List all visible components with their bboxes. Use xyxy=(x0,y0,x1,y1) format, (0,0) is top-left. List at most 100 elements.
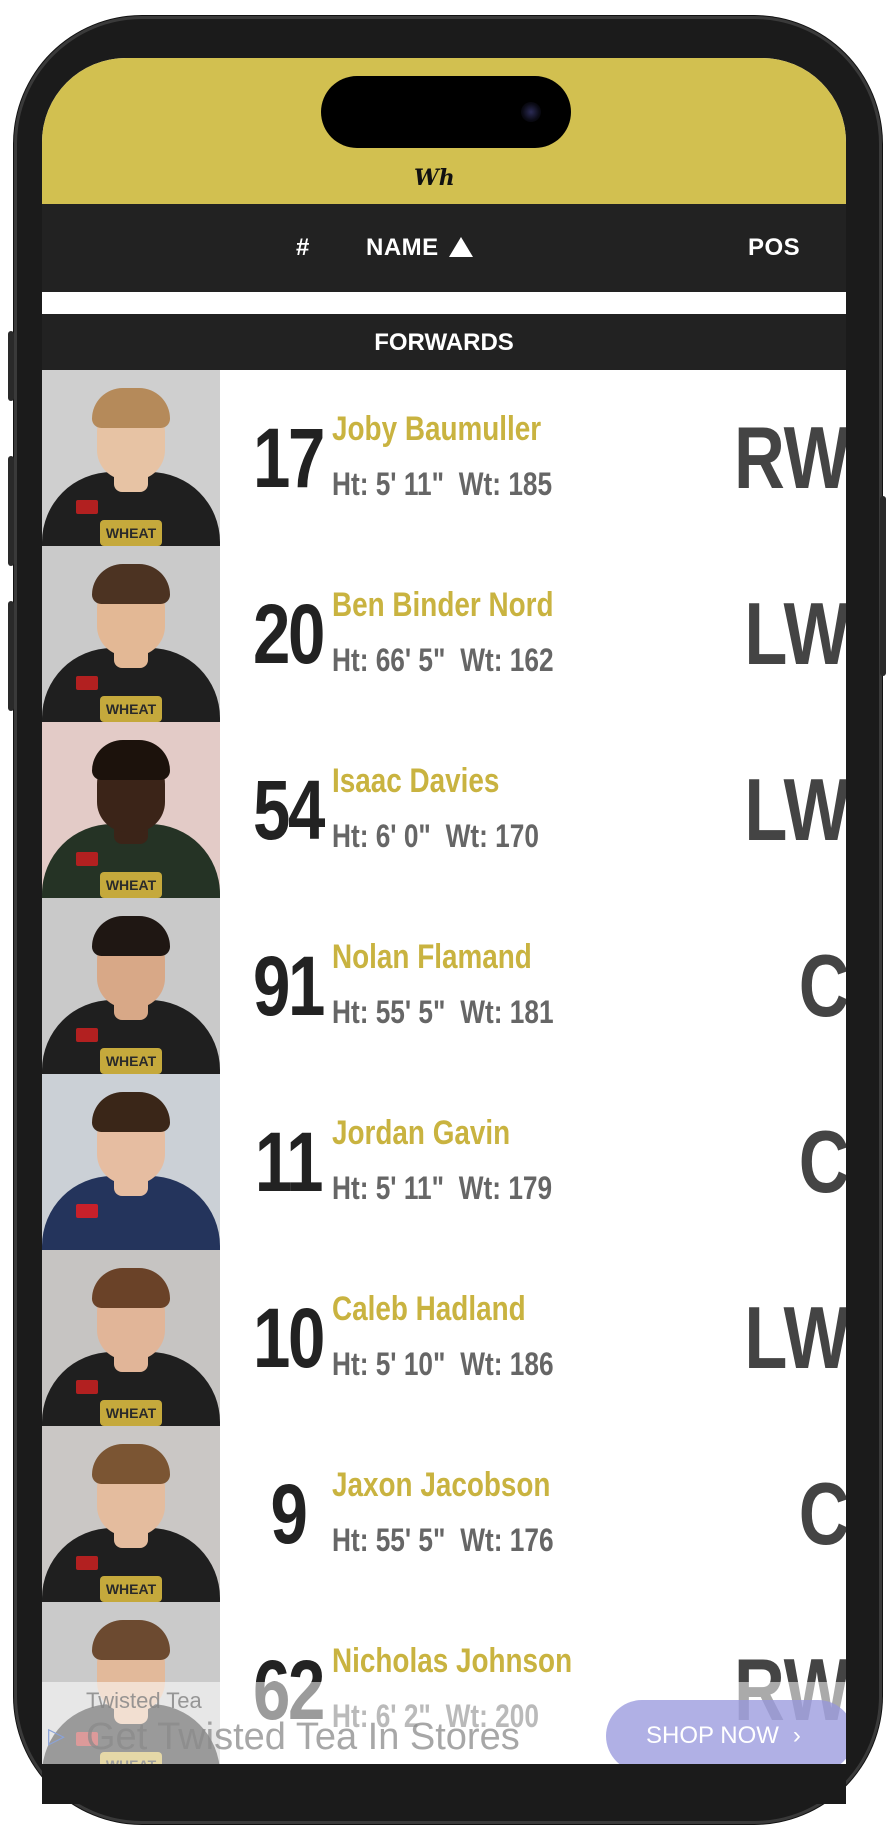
player-row[interactable]: WHEAT 91 Nolan Flamand Ht: 55' 5" Wt: 181 C xyxy=(42,898,846,1078)
jersey-crest: WHEAT xyxy=(100,1048,162,1074)
volume-down-button xyxy=(8,601,14,711)
player-name-link[interactable]: Nolan Flamand xyxy=(332,938,532,977)
player-number: 11 xyxy=(254,1115,324,1209)
player-photo: WHEAT xyxy=(42,722,220,900)
sort-by-name-label: NAME xyxy=(366,234,439,261)
hair xyxy=(92,740,170,780)
player-photo: WHEAT xyxy=(42,370,220,548)
app-screen: Wh # NAME POS FORWARDS WHEAT 17 Joby Baumu… xyxy=(42,58,846,1764)
player-height: Ht: 5' 11" xyxy=(332,466,445,502)
player-name-link[interactable]: Ben Binder Nord xyxy=(332,586,554,625)
sort-by-position[interactable]: POS xyxy=(748,234,800,262)
player-stats: Ht: 66' 5" Wt: 162 xyxy=(332,642,554,679)
player-stats: Ht: 6' 0" Wt: 170 xyxy=(332,818,539,855)
player-row[interactable]: WHEAT 17 Joby Baumuller Ht: 5' 11" Wt: 185 RW xyxy=(42,370,846,550)
whl-patch-icon xyxy=(76,676,98,690)
team-logo[interactable]: Wh xyxy=(414,166,484,190)
player-row[interactable]: WHEAT 9 Jaxon Jacobson Ht: 55' 5" Wt: 176 C xyxy=(42,1426,846,1606)
player-stats: Ht: 55' 5" Wt: 176 xyxy=(332,1522,554,1559)
player-row[interactable]: WHEAT 10 Caleb Hadland Ht: 5' 10" Wt: 186 LW xyxy=(42,1250,846,1430)
hair xyxy=(92,1092,170,1132)
player-weight: Wt: 185 xyxy=(458,466,553,502)
ad-choices-icon[interactable]: ▷ xyxy=(48,1725,68,1747)
player-weight: Wt: 170 xyxy=(445,818,539,854)
player-number: 17 xyxy=(253,411,325,505)
player-number: 91 xyxy=(253,939,325,1033)
player-name-link[interactable]: Joby Baumuller xyxy=(332,410,541,449)
jersey-crest: WHEAT xyxy=(100,520,162,546)
player-height: Ht: 66' 5" xyxy=(332,642,446,678)
player-name-link[interactable]: Caleb Hadland xyxy=(332,1290,526,1329)
hair xyxy=(92,916,170,956)
player-number: 10 xyxy=(253,1291,325,1385)
player-stats: Ht: 5' 11" Wt: 185 xyxy=(332,466,552,503)
player-stats: Ht: 5' 11" Wt: 179 xyxy=(332,1170,552,1207)
player-photo: WHEAT xyxy=(42,546,220,724)
section-header: FORWARDS xyxy=(42,314,846,370)
sort-by-name[interactable]: NAME xyxy=(366,234,473,262)
player-photo: WHEAT xyxy=(42,1426,220,1604)
power-button xyxy=(880,496,886,676)
hair xyxy=(92,1268,170,1308)
player-name-link[interactable]: Nicholas Johnson xyxy=(332,1642,572,1681)
whl-patch-icon xyxy=(76,1556,98,1570)
player-height: Ht: 5' 11" xyxy=(332,1170,445,1206)
whl-patch-icon xyxy=(76,1204,98,1218)
ad-shop-now-button[interactable]: SHOP NOW › xyxy=(606,1700,846,1764)
jersey-crest: WHEAT xyxy=(100,1576,162,1602)
player-height: Ht: 6' 0" xyxy=(332,818,431,854)
brand-header: Wh xyxy=(42,58,846,204)
player-row[interactable]: WHEAT 54 Isaac Davies Ht: 6' 0" Wt: 170 LW xyxy=(42,722,846,902)
ad-sponsor: Twisted Tea xyxy=(86,1688,202,1713)
jersey-crest: WHEAT xyxy=(100,872,162,898)
player-row[interactable]: WHEAT 20 Ben Binder Nord Ht: 66' 5" Wt: 162 L… xyxy=(42,546,846,726)
player-weight: Wt: 181 xyxy=(460,994,554,1030)
player-name-link[interactable]: Isaac Davies xyxy=(332,762,499,801)
jersey-crest: WHEAT xyxy=(100,1400,162,1426)
sort-by-number[interactable]: # xyxy=(296,234,310,262)
volume-up-button xyxy=(8,456,14,566)
ad-banner[interactable]: ▷ Twisted Tea Get Twisted Tea In Stores … xyxy=(42,1682,846,1764)
player-position: LW xyxy=(744,1288,846,1387)
bottom-bezel xyxy=(42,1764,846,1804)
hair xyxy=(92,1620,170,1660)
action-button xyxy=(8,331,14,401)
whl-patch-icon xyxy=(76,500,98,514)
whl-patch-icon xyxy=(76,852,98,866)
player-number: 54 xyxy=(253,763,325,857)
player-weight: Wt: 179 xyxy=(458,1170,553,1206)
sort-ascending-icon xyxy=(448,237,473,257)
player-name-link[interactable]: Jaxon Jacobson xyxy=(332,1466,550,1505)
player-position: C xyxy=(799,1464,846,1563)
player-weight: Wt: 186 xyxy=(460,1346,554,1382)
player-height: Ht: 55' 5" xyxy=(332,994,446,1030)
player-position: RW xyxy=(733,408,846,507)
jersey-crest: WHEAT xyxy=(100,696,162,722)
whl-patch-icon xyxy=(76,1028,98,1042)
player-position: LW xyxy=(744,760,846,859)
ad-headline: Get Twisted Tea In Stores xyxy=(86,1716,520,1758)
player-photo: WHEAT xyxy=(42,898,220,1076)
dynamic-island xyxy=(321,76,571,148)
sort-bar: # NAME POS xyxy=(42,204,846,292)
player-position: C xyxy=(799,936,846,1035)
divider xyxy=(42,292,846,314)
player-stats: Ht: 55' 5" Wt: 181 xyxy=(332,994,554,1031)
chevron-right-icon: › xyxy=(792,1722,801,1749)
camera-icon xyxy=(521,102,541,122)
hair xyxy=(92,1444,170,1484)
section-title: FORWARDS xyxy=(374,329,514,356)
hair xyxy=(92,388,170,428)
hair xyxy=(92,564,170,604)
ad-cta-label: SHOP NOW xyxy=(646,1722,779,1749)
player-position: C xyxy=(799,1112,846,1211)
player-height: Ht: 55' 5" xyxy=(332,1522,446,1558)
player-stats: Ht: 5' 10" Wt: 186 xyxy=(332,1346,554,1383)
player-photo: WHEAT xyxy=(42,1250,220,1428)
player-number: 20 xyxy=(253,587,325,681)
whl-patch-icon xyxy=(76,1380,98,1394)
player-row[interactable]: 11 Jordan Gavin Ht: 5' 11" Wt: 179 C xyxy=(42,1074,846,1254)
player-position: LW xyxy=(744,584,846,683)
player-photo xyxy=(42,1074,220,1252)
player-name-link[interactable]: Jordan Gavin xyxy=(332,1114,510,1153)
